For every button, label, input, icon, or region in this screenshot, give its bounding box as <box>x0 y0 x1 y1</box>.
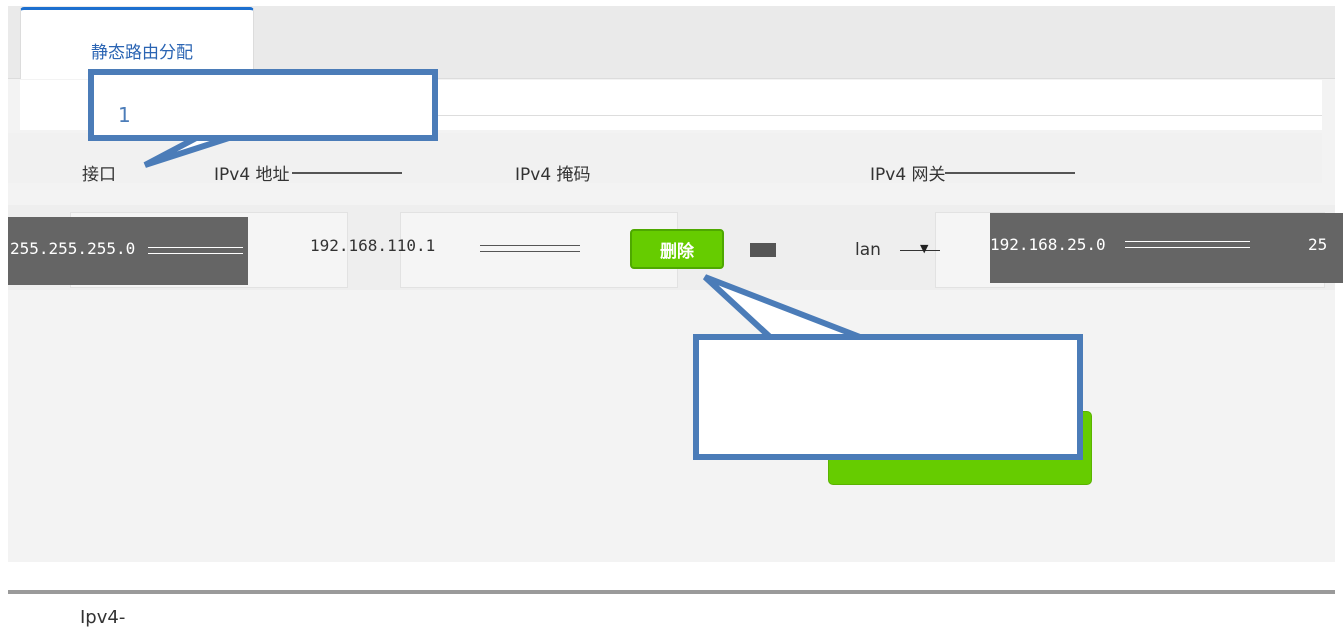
callout-2-box <box>693 334 1083 460</box>
footer-text: Ipv4- <box>80 607 126 628</box>
page: 静态路由分配 接口 IPv4 地址 IPv4 掩码 IPv4 网关 255.25… <box>0 0 1343 639</box>
bottom-divider <box>8 590 1335 594</box>
callout-1-label: 1 <box>118 103 131 127</box>
callout-1-box: 1 <box>88 69 438 141</box>
